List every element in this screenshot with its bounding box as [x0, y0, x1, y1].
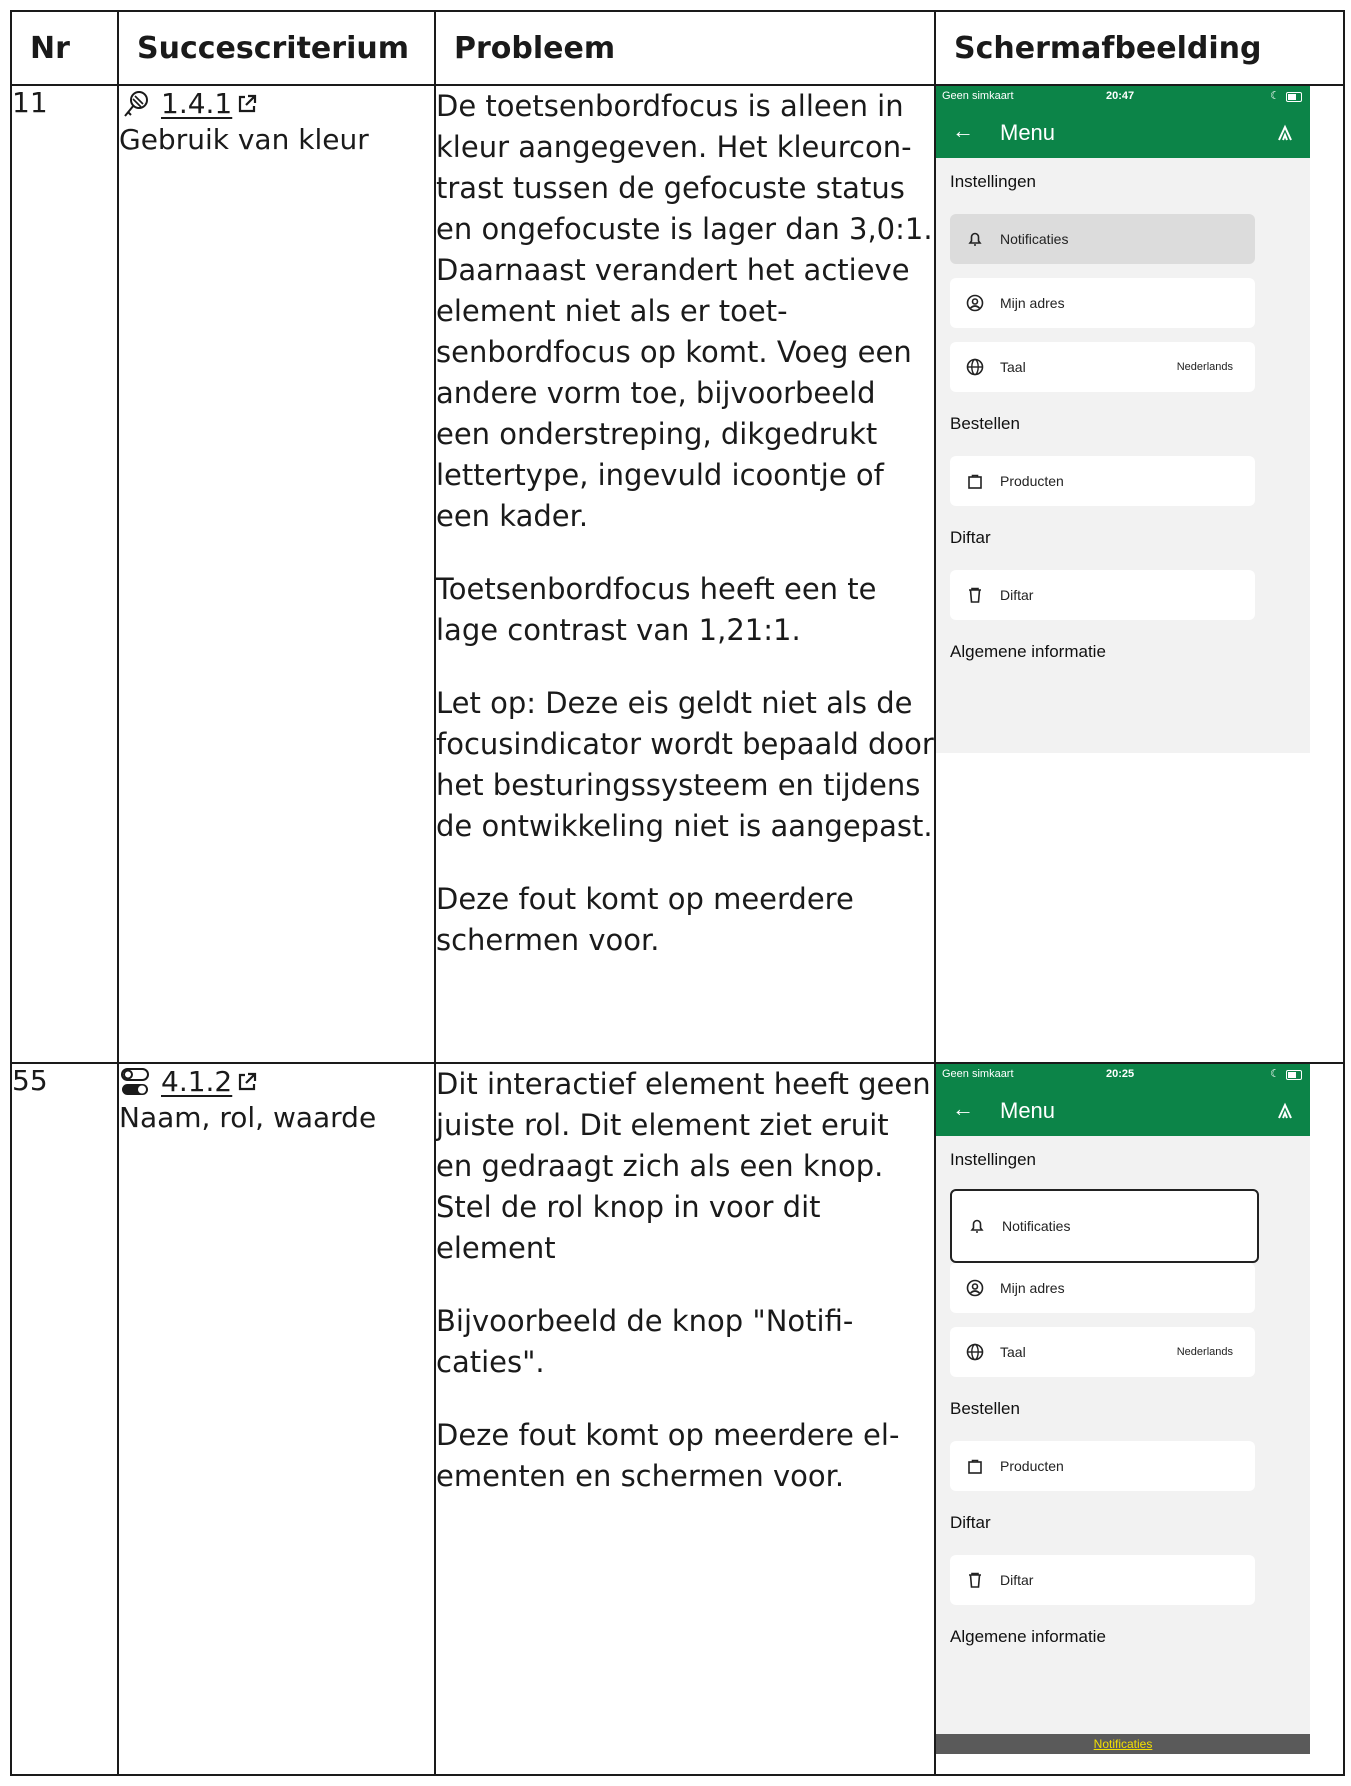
menu-item-notificaties[interactable]: Notificaties [950, 214, 1255, 264]
app-logo-icon [1278, 124, 1292, 141]
problem-paragraph: Toetsenbordfocus heeft een te lage contr… [436, 572, 877, 647]
menu-item-label: Diftar [1000, 1572, 1034, 1588]
menu-item-diftar[interactable]: Diftar [950, 570, 1255, 620]
color-picker-icon [124, 91, 148, 117]
clock: 20:25 [1106, 1068, 1135, 1080]
toggle-icon [121, 1068, 149, 1096]
row-number: 11 [10, 84, 119, 1064]
external-link-icon [239, 1073, 257, 1091]
section-heading: Diftar [950, 1513, 991, 1532]
globe-icon [966, 1343, 984, 1361]
criterion-cell: 4.1.2 Naam, rol, waarde [117, 1062, 436, 1776]
moon-icon: ☾ [1270, 90, 1280, 102]
problem-paragraph: Deze fout komt op meerdere schermen voor… [436, 882, 854, 957]
section-heading: Bestellen [950, 1399, 1020, 1418]
criterion-cell: 1.4.1 Gebruik van kleur [117, 84, 436, 1064]
battery-icon [1286, 92, 1302, 102]
globe-icon [966, 358, 984, 376]
back-arrow-icon[interactable]: ← [952, 1096, 974, 1122]
menu-item-label: Taal [1000, 359, 1026, 375]
trash-icon [969, 1572, 981, 1588]
menu-item-label: Producten [1000, 1458, 1064, 1474]
menu-item-label: Notificaties [1000, 231, 1069, 247]
screenshot-cell: Geen simkaart 20:47 ☾ ← Menu Instellinge… [934, 84, 1345, 1064]
section-heading: Instellingen [950, 1150, 1037, 1169]
criterion-link[interactable]: 4.1.2 [161, 1064, 258, 1100]
problem-cell: Dit interactief element heeft geen juist… [434, 1062, 936, 1776]
menu-item-taal[interactable]: Taal Nederlands [950, 1327, 1255, 1377]
app-logo-icon [1278, 1102, 1292, 1119]
back-arrow-icon[interactable]: ← [952, 118, 974, 144]
shopping-bag-icon [968, 474, 982, 489]
problem-cell: De toetsenbordfocus is alleen in kleur a… [434, 84, 936, 1064]
status-bar: Geen simkaart 20:25 ☾ [936, 1064, 1310, 1086]
criterion-name: Gebruik van kleur [119, 123, 369, 157]
row-number: 55 [10, 1062, 119, 1776]
header-nr: Nr [10, 10, 119, 86]
accessibility-focus-label: Notificaties [936, 1734, 1310, 1754]
problem-paragraph: Let op: Deze eis geldt niet als de focus… [436, 686, 934, 843]
carrier-label: Geen simkaart [942, 90, 1014, 102]
menu-item-mijn-adres[interactable]: Mijn adres [950, 278, 1255, 328]
menu-item-taal[interactable]: Taal Nederlands [950, 342, 1255, 392]
bell-icon [970, 1219, 984, 1233]
menu-item-label: Diftar [1000, 587, 1034, 603]
criterion-code: 1.4.1 [161, 87, 233, 120]
menu-item-diftar[interactable]: Diftar [950, 1555, 1255, 1605]
app-screenshot: Geen simkaart 20:25 ☾ ← Menu Instellinge… [936, 1064, 1310, 1754]
section-heading: Instellingen [950, 172, 1037, 191]
header-screenshot: Schermafbeelding [934, 10, 1345, 86]
menu-item-label: Notificaties [1002, 1218, 1071, 1234]
problem-paragraph: Dit interactief element heeft geen juist… [436, 1067, 931, 1265]
app-bar: ← Menu [936, 1086, 1310, 1136]
bell-icon [968, 232, 982, 246]
trash-icon [969, 587, 981, 603]
problem-paragraph: Bijvoorbeeld de knop "Notifi­caties". [436, 1304, 854, 1379]
battery-icon [1286, 1070, 1302, 1080]
problem-paragraph: De toetsenbordfocus is alleen in kleur a… [436, 89, 933, 533]
header-criterion: Succescriterium [117, 10, 436, 86]
app-bar: ← Menu [936, 108, 1310, 158]
screenshot-cell: Geen simkaart 20:25 ☾ ← Menu Instellinge… [934, 1062, 1345, 1776]
user-circle-icon [966, 294, 984, 312]
menu-item-label: Producten [1000, 473, 1064, 489]
problem-paragraph: Deze fout komt op meerdere el­ementen en… [436, 1418, 900, 1493]
criterion-link[interactable]: 1.4.1 [161, 86, 258, 122]
language-value: Nederlands [1176, 1346, 1233, 1358]
clock: 20:47 [1106, 90, 1135, 102]
section-heading: Diftar [950, 528, 991, 547]
table-row: 55 4.1.2 Naam, rol, waarde Dit interacti… [10, 1062, 1345, 1776]
user-circle-icon [966, 1279, 984, 1297]
menu-item-notificaties[interactable]: Notificaties [950, 1189, 1259, 1263]
menu-item-mijn-adres[interactable]: Mijn adres [950, 1263, 1255, 1313]
status-bar: Geen simkaart 20:47 ☾ [936, 86, 1310, 108]
criterion-name: Naam, rol, waarde [119, 1101, 377, 1135]
app-bar-title: Menu [1000, 1098, 1056, 1123]
language-value: Nederlands [1176, 361, 1233, 373]
header-problem: Probleem [434, 10, 936, 86]
app-bar-title: Menu [1000, 120, 1056, 145]
header-row: Nr Succescriterium Probleem Schermafbeel… [10, 10, 1345, 86]
section-heading: Algemene informatie [950, 642, 1106, 661]
carrier-label: Geen simkaart [942, 1068, 1014, 1080]
menu-item-producten[interactable]: Producten [950, 1441, 1255, 1491]
shopping-bag-icon [968, 1459, 982, 1474]
findings-table: Nr Succescriterium Probleem Schermafbeel… [10, 10, 1345, 1776]
criterion-code: 4.1.2 [161, 1065, 233, 1098]
section-heading: Algemene informatie [950, 1627, 1106, 1646]
external-link-icon [239, 95, 257, 113]
menu-item-label: Mijn adres [1000, 1280, 1065, 1296]
menu-item-label: Taal [1000, 1344, 1026, 1360]
moon-icon: ☾ [1270, 1068, 1280, 1080]
app-screenshot: Geen simkaart 20:47 ☾ ← Menu Instellinge… [936, 86, 1310, 753]
section-heading: Bestellen [950, 414, 1020, 433]
menu-item-label: Mijn adres [1000, 295, 1065, 311]
table-row: 11 1.4.1 Gebruik van kleur De toetsenbor… [10, 84, 1345, 1064]
menu-item-producten[interactable]: Producten [950, 456, 1255, 506]
